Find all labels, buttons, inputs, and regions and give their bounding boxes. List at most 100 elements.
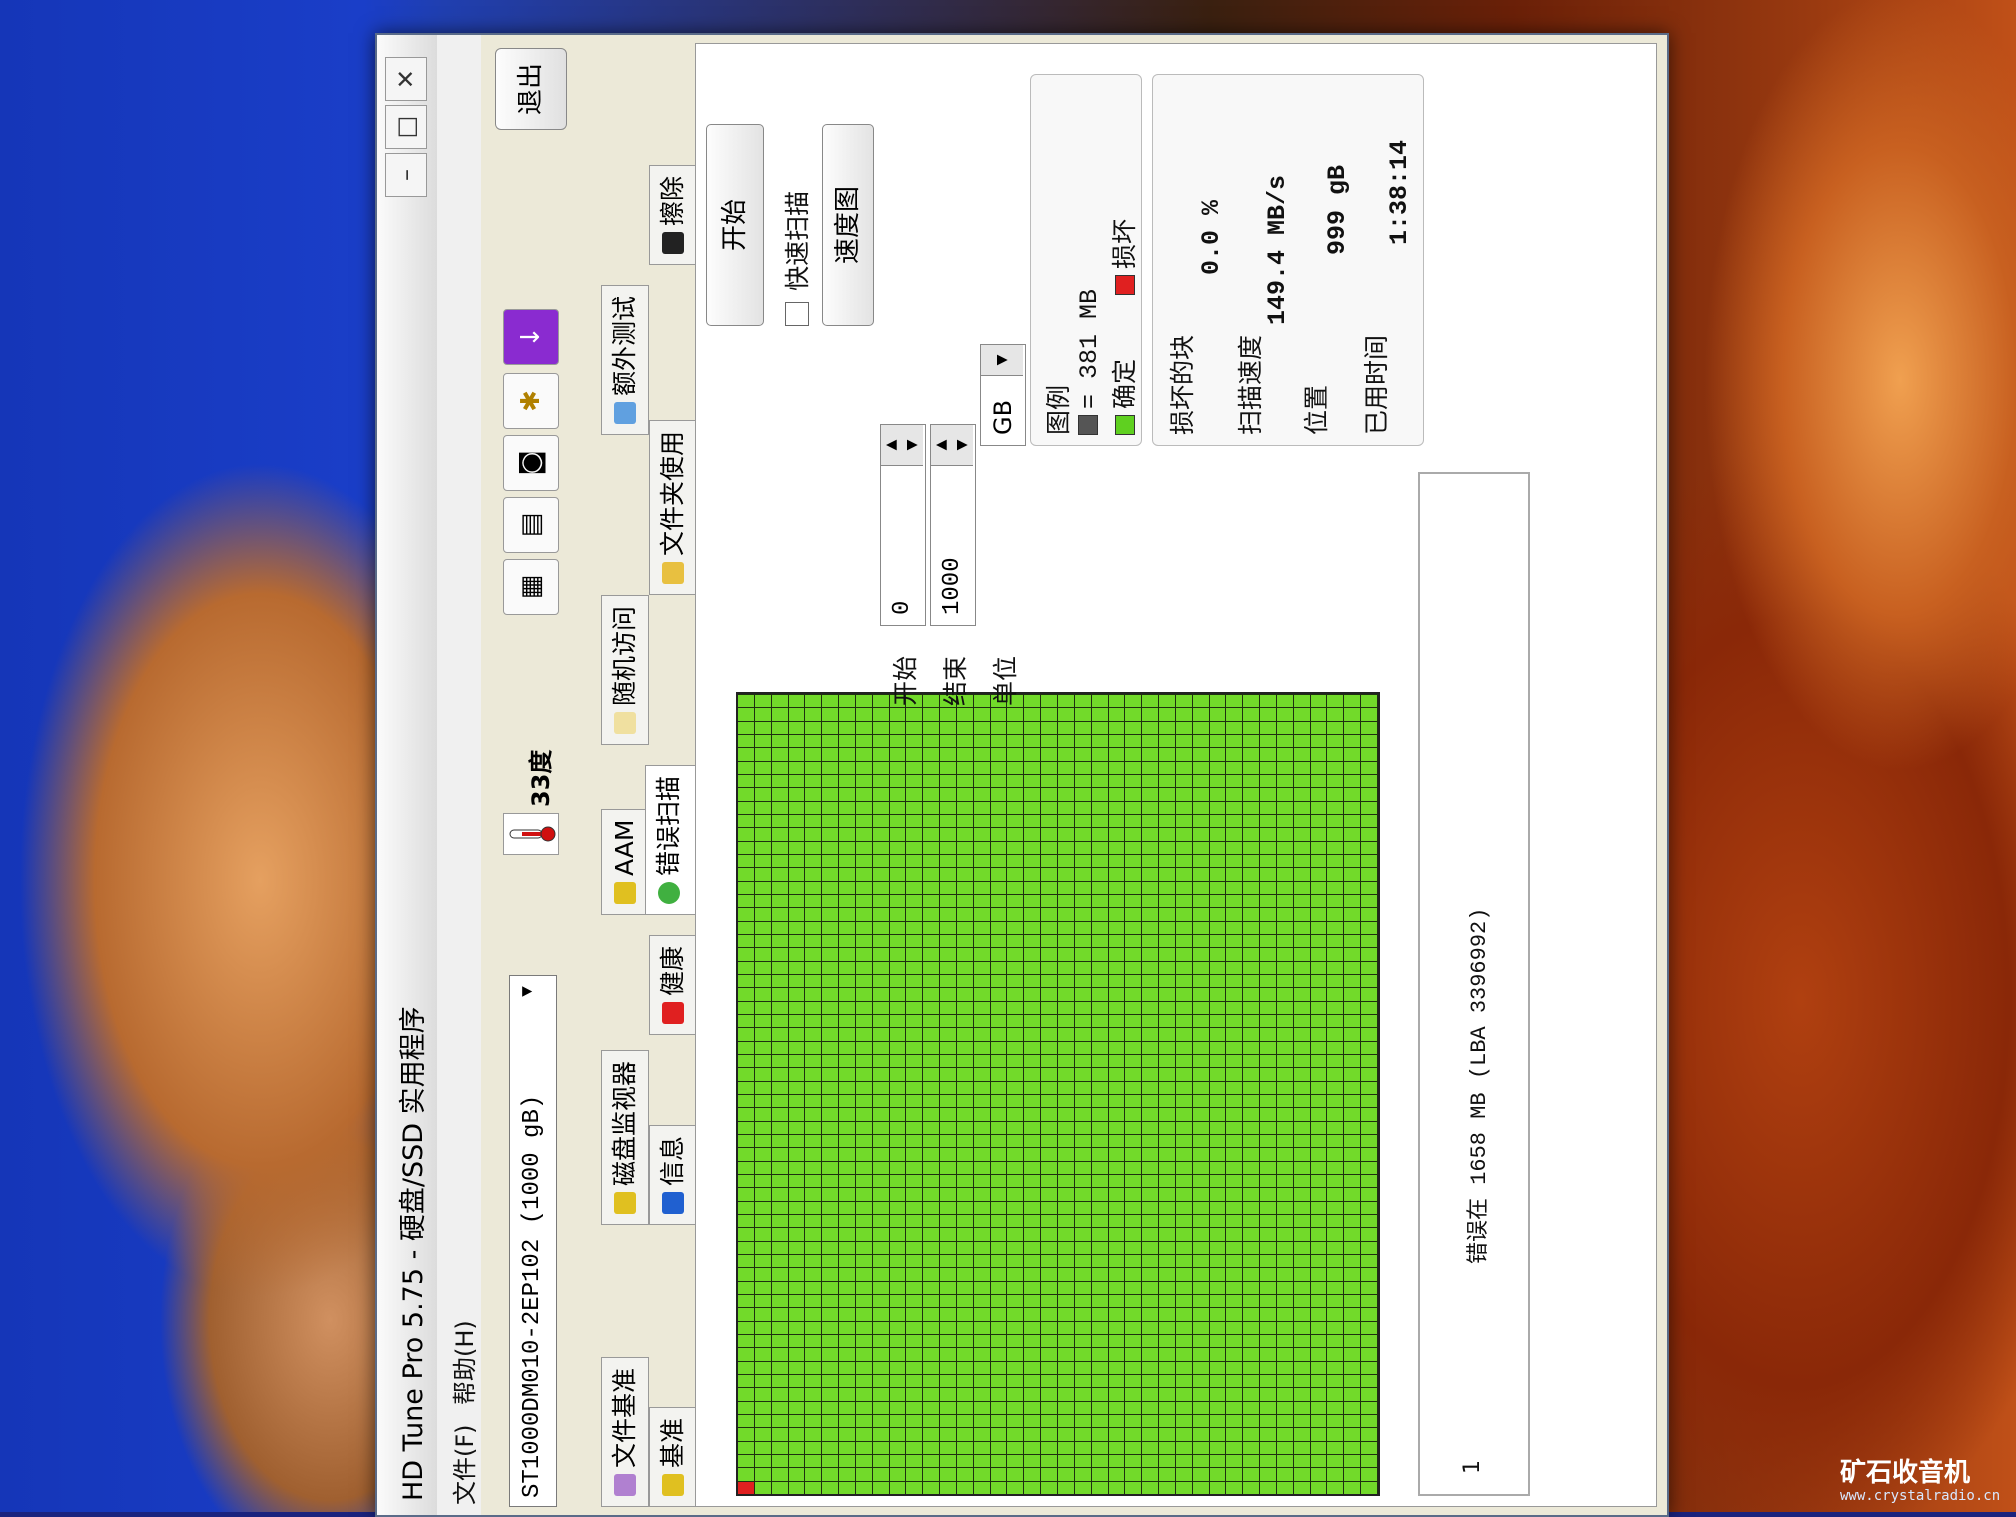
- error-log[interactable]: 1 错误在 1658 MB (LBA 3396992): [1418, 472, 1530, 1496]
- block-cell: [1108, 1334, 1126, 1348]
- block-cell: [1276, 1360, 1294, 1374]
- block-cell: [956, 1374, 974, 1388]
- block-cell: [1243, 1174, 1261, 1188]
- block-cell: [738, 1307, 755, 1321]
- block-cell: [805, 920, 823, 934]
- block-cell: [839, 787, 856, 801]
- block-cell: [973, 827, 991, 841]
- block-cell: [1041, 880, 1058, 894]
- camera-icon[interactable]: ◙: [503, 435, 559, 491]
- block-cell: [1192, 1214, 1210, 1228]
- minimize-button[interactable]: –: [385, 153, 427, 197]
- block-cell: [1074, 1440, 1092, 1454]
- block-cell: [1344, 854, 1362, 868]
- block-cell: [1108, 787, 1126, 801]
- block-cell: [990, 734, 1008, 748]
- block-cell: [872, 840, 890, 854]
- drive-select[interactable]: ST1000DM010-2EP102 (1000 gB) ▼: [509, 975, 557, 1507]
- block-cell: [889, 1067, 907, 1081]
- block-cell: [1327, 1040, 1345, 1054]
- end-spinner[interactable]: 1000 ▲ ▼: [930, 424, 976, 626]
- health-cross-icon: [662, 1002, 684, 1024]
- spinner-arrows-icon[interactable]: ▲ ▼: [931, 425, 973, 466]
- block-cell: [839, 840, 856, 854]
- tab-benchmark[interactable]: 基准: [649, 1406, 697, 1507]
- block-cell: [889, 707, 907, 721]
- menu-help[interactable]: 帮助(H): [445, 1320, 480, 1405]
- quick-scan-checkbox[interactable]: 快速扫描: [778, 191, 814, 326]
- block-cell: [872, 1467, 890, 1481]
- tab-error-scan[interactable]: 错误扫描: [645, 764, 697, 915]
- block-cell: [973, 1147, 991, 1161]
- spinner-arrows-icon[interactable]: ▲ ▼: [881, 425, 923, 466]
- block-cell: [1041, 1334, 1058, 1348]
- block-cell: [1007, 1440, 1025, 1454]
- maximize-button[interactable]: □: [385, 105, 427, 149]
- block-cell: [1058, 1227, 1075, 1241]
- start-spinner[interactable]: 0 ▲ ▼: [880, 424, 926, 626]
- block-cell: [973, 1480, 991, 1494]
- block-cell: [754, 747, 772, 761]
- block-cell: [1024, 720, 1042, 734]
- block-cell: [923, 1080, 941, 1094]
- block-cell: [1293, 1014, 1311, 1028]
- block-cell: [1243, 960, 1261, 974]
- block-cell: [1125, 760, 1143, 774]
- menu-file[interactable]: 文件(F): [445, 1424, 480, 1505]
- block-cell: [973, 1320, 991, 1334]
- download-icon[interactable]: ↓: [503, 309, 559, 365]
- block-cell: [889, 1427, 907, 1441]
- block-cell: [1310, 720, 1328, 734]
- block-cell: [855, 1147, 873, 1161]
- block-cell: [923, 1000, 941, 1014]
- title-bar[interactable]: HD Tune Pro 5.75 - 硬盘/SSD 实用程序 – □ ✕: [377, 35, 438, 1515]
- block-cell: [1209, 787, 1227, 801]
- block-cell: [1108, 1174, 1126, 1188]
- block-cell: [889, 974, 907, 988]
- block-cell: [839, 1240, 856, 1254]
- block-cell: [1007, 1320, 1025, 1334]
- block-cell: [889, 854, 907, 868]
- block-cell: [754, 1067, 772, 1081]
- tab-info[interactable]: 信息: [649, 1124, 697, 1225]
- block-cell: [1293, 1187, 1311, 1201]
- block-cell: [1074, 880, 1092, 894]
- block-cell: [1041, 987, 1058, 1001]
- block-cell: [1276, 800, 1294, 814]
- block-cell: [1175, 734, 1193, 748]
- tab-health[interactable]: 健康: [649, 934, 697, 1035]
- block-cell: [1074, 1067, 1092, 1081]
- block-cell: [872, 1414, 890, 1428]
- tab-file-benchmark[interactable]: 文件基准: [601, 1356, 649, 1507]
- block-cell: [940, 974, 957, 988]
- copy-icon[interactable]: ▤: [503, 497, 559, 553]
- block-cell: [1226, 1427, 1244, 1441]
- block-cell: [771, 1027, 789, 1041]
- close-button[interactable]: ✕: [385, 57, 427, 101]
- block-cell: [771, 947, 789, 961]
- exit-button[interactable]: 退出: [495, 48, 567, 130]
- block-cell: [771, 1320, 789, 1334]
- block-cell: [1142, 1147, 1160, 1161]
- tab-extra-tests[interactable]: 额外测试: [601, 284, 649, 435]
- block-cell: [1007, 1414, 1025, 1428]
- block-cell: [990, 1294, 1008, 1308]
- unit-select[interactable]: GB ▼: [980, 344, 1026, 446]
- start-button[interactable]: 开始: [706, 124, 764, 326]
- tab-aam[interactable]: AAM: [601, 808, 649, 915]
- block-cell: [754, 734, 772, 748]
- block-cell: [1024, 880, 1042, 894]
- tab-disk-monitor[interactable]: 磁盘监视器: [601, 1049, 649, 1225]
- block-cell: [1327, 1387, 1345, 1401]
- block-cell: [1091, 694, 1109, 708]
- block-cell: [872, 854, 890, 868]
- save-icon[interactable]: ▦: [503, 559, 559, 615]
- block-cell: [1192, 1294, 1210, 1308]
- tab-erase[interactable]: 擦除: [649, 164, 697, 265]
- options-icon[interactable]: ✱: [503, 373, 559, 429]
- tab-random-access[interactable]: 随机访问: [601, 594, 649, 745]
- block-cell: [1074, 854, 1092, 868]
- speed-map-button[interactable]: 速度图: [822, 124, 874, 326]
- tab-folder-usage[interactable]: 文件夹使用: [649, 419, 697, 595]
- block-cell: [839, 694, 856, 708]
